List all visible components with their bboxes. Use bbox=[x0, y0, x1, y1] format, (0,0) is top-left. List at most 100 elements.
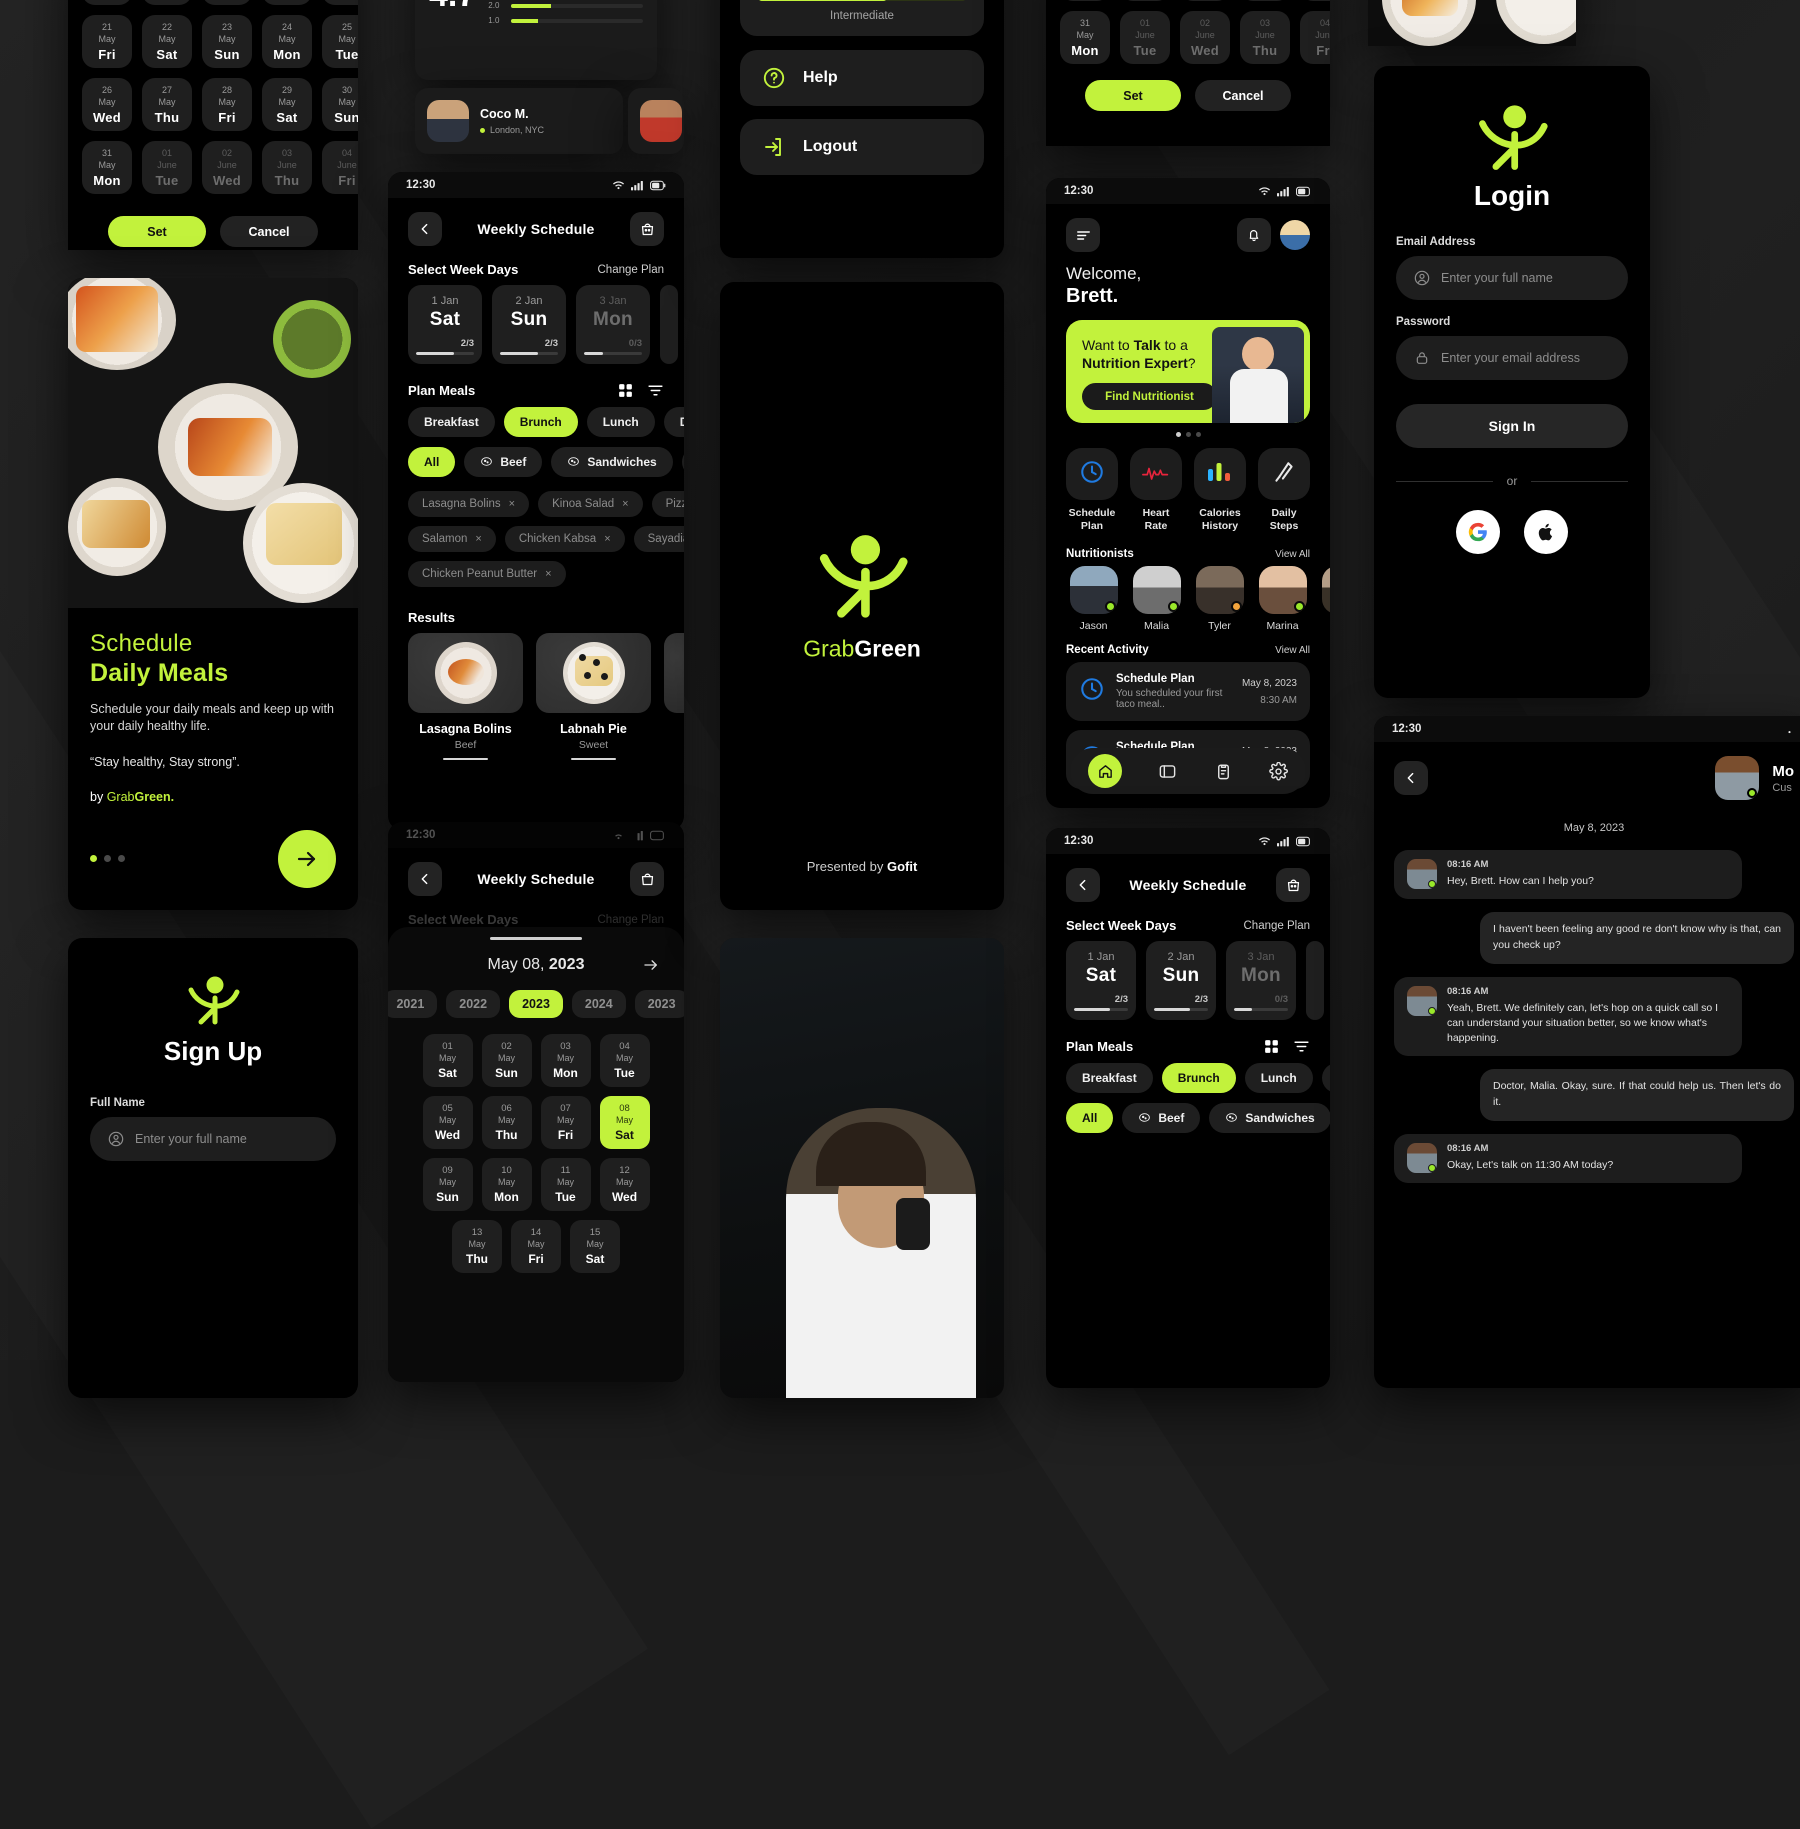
selected-tag[interactable]: Salamon × bbox=[408, 525, 496, 552]
banner-dot[interactable] bbox=[1185, 432, 1191, 437]
date-cell[interactable]: 04 June Fri bbox=[1300, 11, 1330, 64]
date-cell[interactable]: 23 May Sun bbox=[202, 15, 252, 68]
calendar-day-cell[interactable]: 05 May Wed bbox=[422, 1096, 473, 1149]
selected-tag[interactable]: Pizza Torta× bbox=[651, 490, 684, 517]
date-cell[interactable]: 22MaySat bbox=[1240, 0, 1290, 1]
quick-action-clock[interactable]: Schedule Plan bbox=[1066, 448, 1118, 533]
nutritionist-list[interactable]: Jason Malia Tyler Marina P bbox=[1046, 566, 1330, 632]
date-cell[interactable]: 22MaySat bbox=[142, 15, 192, 68]
view-all-link[interactable]: View All bbox=[1275, 549, 1310, 560]
remove-tag-icon[interactable]: × bbox=[622, 498, 628, 510]
cancel-button[interactable]: Cancel bbox=[220, 216, 318, 247]
meal-tab-lunch[interactable]: Lunch bbox=[1244, 1062, 1313, 1093]
category-chip-sandwiches[interactable]: Sandwiches bbox=[1209, 1102, 1330, 1133]
date-cell[interactable]: 24 May Mon bbox=[262, 15, 312, 68]
calendar-day-grid[interactable]: 01 May Sat 02 May Sun 03 May Mon 04 May Tue 05 May Wed… bbox=[406, 1034, 666, 1273]
help-menu-item[interactable]: Help bbox=[740, 50, 984, 106]
date-cell[interactable]: 01 June Tue bbox=[142, 141, 192, 194]
calendar-day-cell[interactable]: 15 May Sat bbox=[570, 1220, 620, 1273]
category-chip-all[interactable]: All bbox=[408, 446, 456, 477]
week-day-card[interactable] bbox=[660, 285, 678, 364]
calendar-day-cell[interactable]: 06 May Thu bbox=[481, 1096, 532, 1149]
year-chip-2023-4[interactable]: 2023 bbox=[634, 990, 684, 1018]
meal-tab-brunch[interactable]: Brunch bbox=[1161, 1062, 1236, 1093]
calendar-day-cell[interactable]: 12 May Wed bbox=[599, 1158, 650, 1211]
activity-card[interactable]: Schedule Plan You scheduled your first ta… bbox=[1066, 662, 1310, 722]
date-cell[interactable]: 02 June Wed bbox=[1180, 11, 1230, 64]
category-chip-list[interactable]: All Beef Sandwiches Chicken bbox=[388, 446, 684, 477]
nutritionist-item[interactable]: P bbox=[1318, 566, 1330, 632]
date-cell[interactable]: 29 May Sat bbox=[262, 78, 312, 131]
google-signin-button[interactable] bbox=[1456, 510, 1500, 554]
avatar[interactable] bbox=[1280, 220, 1310, 250]
category-chip-chicken[interactable]: Chicken bbox=[681, 446, 684, 477]
carousel-dot[interactable] bbox=[118, 855, 125, 863]
calendar-day-cell[interactable]: 03 May Mon bbox=[540, 1034, 591, 1087]
email-field[interactable]: Enter your full name bbox=[1396, 256, 1628, 300]
week-day-strip[interactable]: 1 Jan Sat 2/3 2 Jan Sun 2/3 3 Jan Mon 0/3 bbox=[388, 285, 684, 364]
grid-view-icon[interactable] bbox=[617, 382, 634, 399]
carousel-dots[interactable] bbox=[90, 855, 125, 863]
selected-tag[interactable]: Chicken Kabsa × bbox=[504, 525, 625, 552]
change-plan-link[interactable]: Change Plan bbox=[598, 264, 665, 276]
date-cell[interactable]: 20MayThu bbox=[1120, 0, 1170, 1]
tab-home[interactable] bbox=[1088, 754, 1123, 788]
quick-action-shoe[interactable]: Daily Steps bbox=[1258, 448, 1310, 533]
date-cell[interactable]: 30 May Sun bbox=[322, 78, 358, 131]
arrow-right-icon[interactable] bbox=[642, 956, 660, 974]
notifications-button[interactable] bbox=[1237, 218, 1271, 252]
category-chip-beef[interactable]: Beef bbox=[464, 446, 543, 477]
meal-tab-brunch[interactable]: Brunch bbox=[503, 406, 578, 437]
apple-signin-button[interactable] bbox=[1524, 510, 1568, 554]
quick-actions[interactable]: Schedule Plan Heart Rate Calories History Dail… bbox=[1046, 448, 1330, 533]
selected-tag-list[interactable]: Lasagna Bolins×Kinoa Salad×Pizza Torta×S… bbox=[388, 490, 684, 587]
banner-dots[interactable] bbox=[1066, 432, 1310, 437]
quick-action-heartbeat[interactable]: Heart Rate bbox=[1130, 448, 1182, 533]
find-nutritionist-button[interactable]: Find Nutritionist bbox=[1082, 383, 1217, 411]
quick-action-tile[interactable] bbox=[1258, 448, 1310, 500]
bag-button[interactable] bbox=[630, 862, 664, 896]
date-cell[interactable]: 26 May Wed bbox=[82, 78, 132, 131]
remove-tag-icon[interactable]: × bbox=[604, 533, 610, 545]
menu-button[interactable] bbox=[1066, 218, 1100, 252]
nutritionist-item[interactable]: Tyler bbox=[1192, 566, 1247, 632]
carousel-dot[interactable] bbox=[104, 855, 111, 863]
week-day-card[interactable]: 1 Jan Sat 2/3 bbox=[1066, 941, 1136, 1020]
selected-tag[interactable]: Kinoa Salad × bbox=[538, 490, 643, 517]
year-chip-2023-2[interactable]: 2023 bbox=[509, 990, 563, 1018]
quick-action-tile[interactable] bbox=[1130, 448, 1182, 500]
calendar-day-cell[interactable]: 09 May Sun bbox=[422, 1158, 473, 1211]
week-day-card[interactable]: 3 Jan Mon 0/3 bbox=[576, 285, 650, 364]
week-day-card[interactable]: 3 Jan Mon 0/3 bbox=[1226, 941, 1296, 1020]
week-day-card[interactable]: 2 Jan Sun 2/3 bbox=[492, 285, 566, 364]
nutritionist-item[interactable]: Marina bbox=[1255, 566, 1310, 632]
date-cell[interactable]: 03 June Thu bbox=[262, 141, 312, 194]
date-cell[interactable]: 18MayTue bbox=[202, 0, 252, 5]
back-button[interactable] bbox=[1066, 868, 1100, 902]
year-chip-2021-0[interactable]: 2021 bbox=[388, 990, 438, 1018]
year-chip-2022-1[interactable]: 2022 bbox=[446, 990, 501, 1018]
filter-icon[interactable] bbox=[1293, 1038, 1310, 1055]
category-chip-sandwiches[interactable]: Sandwiches bbox=[551, 446, 673, 477]
set-button[interactable]: Set bbox=[108, 216, 206, 247]
date-cell[interactable]: 19MayWed bbox=[1060, 0, 1110, 1]
calendar-day-cell[interactable]: 04 May Tue bbox=[599, 1034, 650, 1087]
result-card[interactable]: Labnah Pie Sweet bbox=[536, 632, 651, 760]
remove-tag-icon[interactable]: × bbox=[509, 498, 515, 510]
next-button[interactable] bbox=[278, 829, 336, 888]
date-cell[interactable]: 21MayFri bbox=[1180, 0, 1230, 1]
calendar-day-cell[interactable]: 13 May Thu bbox=[452, 1220, 502, 1273]
change-plan-link[interactable]: Change Plan bbox=[598, 914, 665, 926]
date-cell[interactable]: 02 June Wed bbox=[202, 141, 252, 194]
year-chip-2024-3[interactable]: 2024 bbox=[571, 990, 626, 1018]
meal-tab-list[interactable]: Breakfast Brunch Lunch Dinner bbox=[1046, 1062, 1330, 1093]
nutrition-expert-banner[interactable]: Want to Talk to a Nutrition Expert? Find… bbox=[1066, 320, 1310, 423]
view-all-link[interactable]: View All bbox=[1275, 645, 1310, 656]
signin-button[interactable]: Sign In bbox=[1396, 404, 1628, 448]
back-button[interactable] bbox=[1394, 761, 1428, 795]
bottom-tab-bar[interactable] bbox=[1070, 748, 1306, 794]
nutritionist-item[interactable]: Malia bbox=[1129, 566, 1184, 632]
full-name-field[interactable]: Enter your full name bbox=[90, 1117, 336, 1161]
week-day-card[interactable] bbox=[1306, 941, 1324, 1020]
back-button[interactable] bbox=[408, 862, 442, 896]
